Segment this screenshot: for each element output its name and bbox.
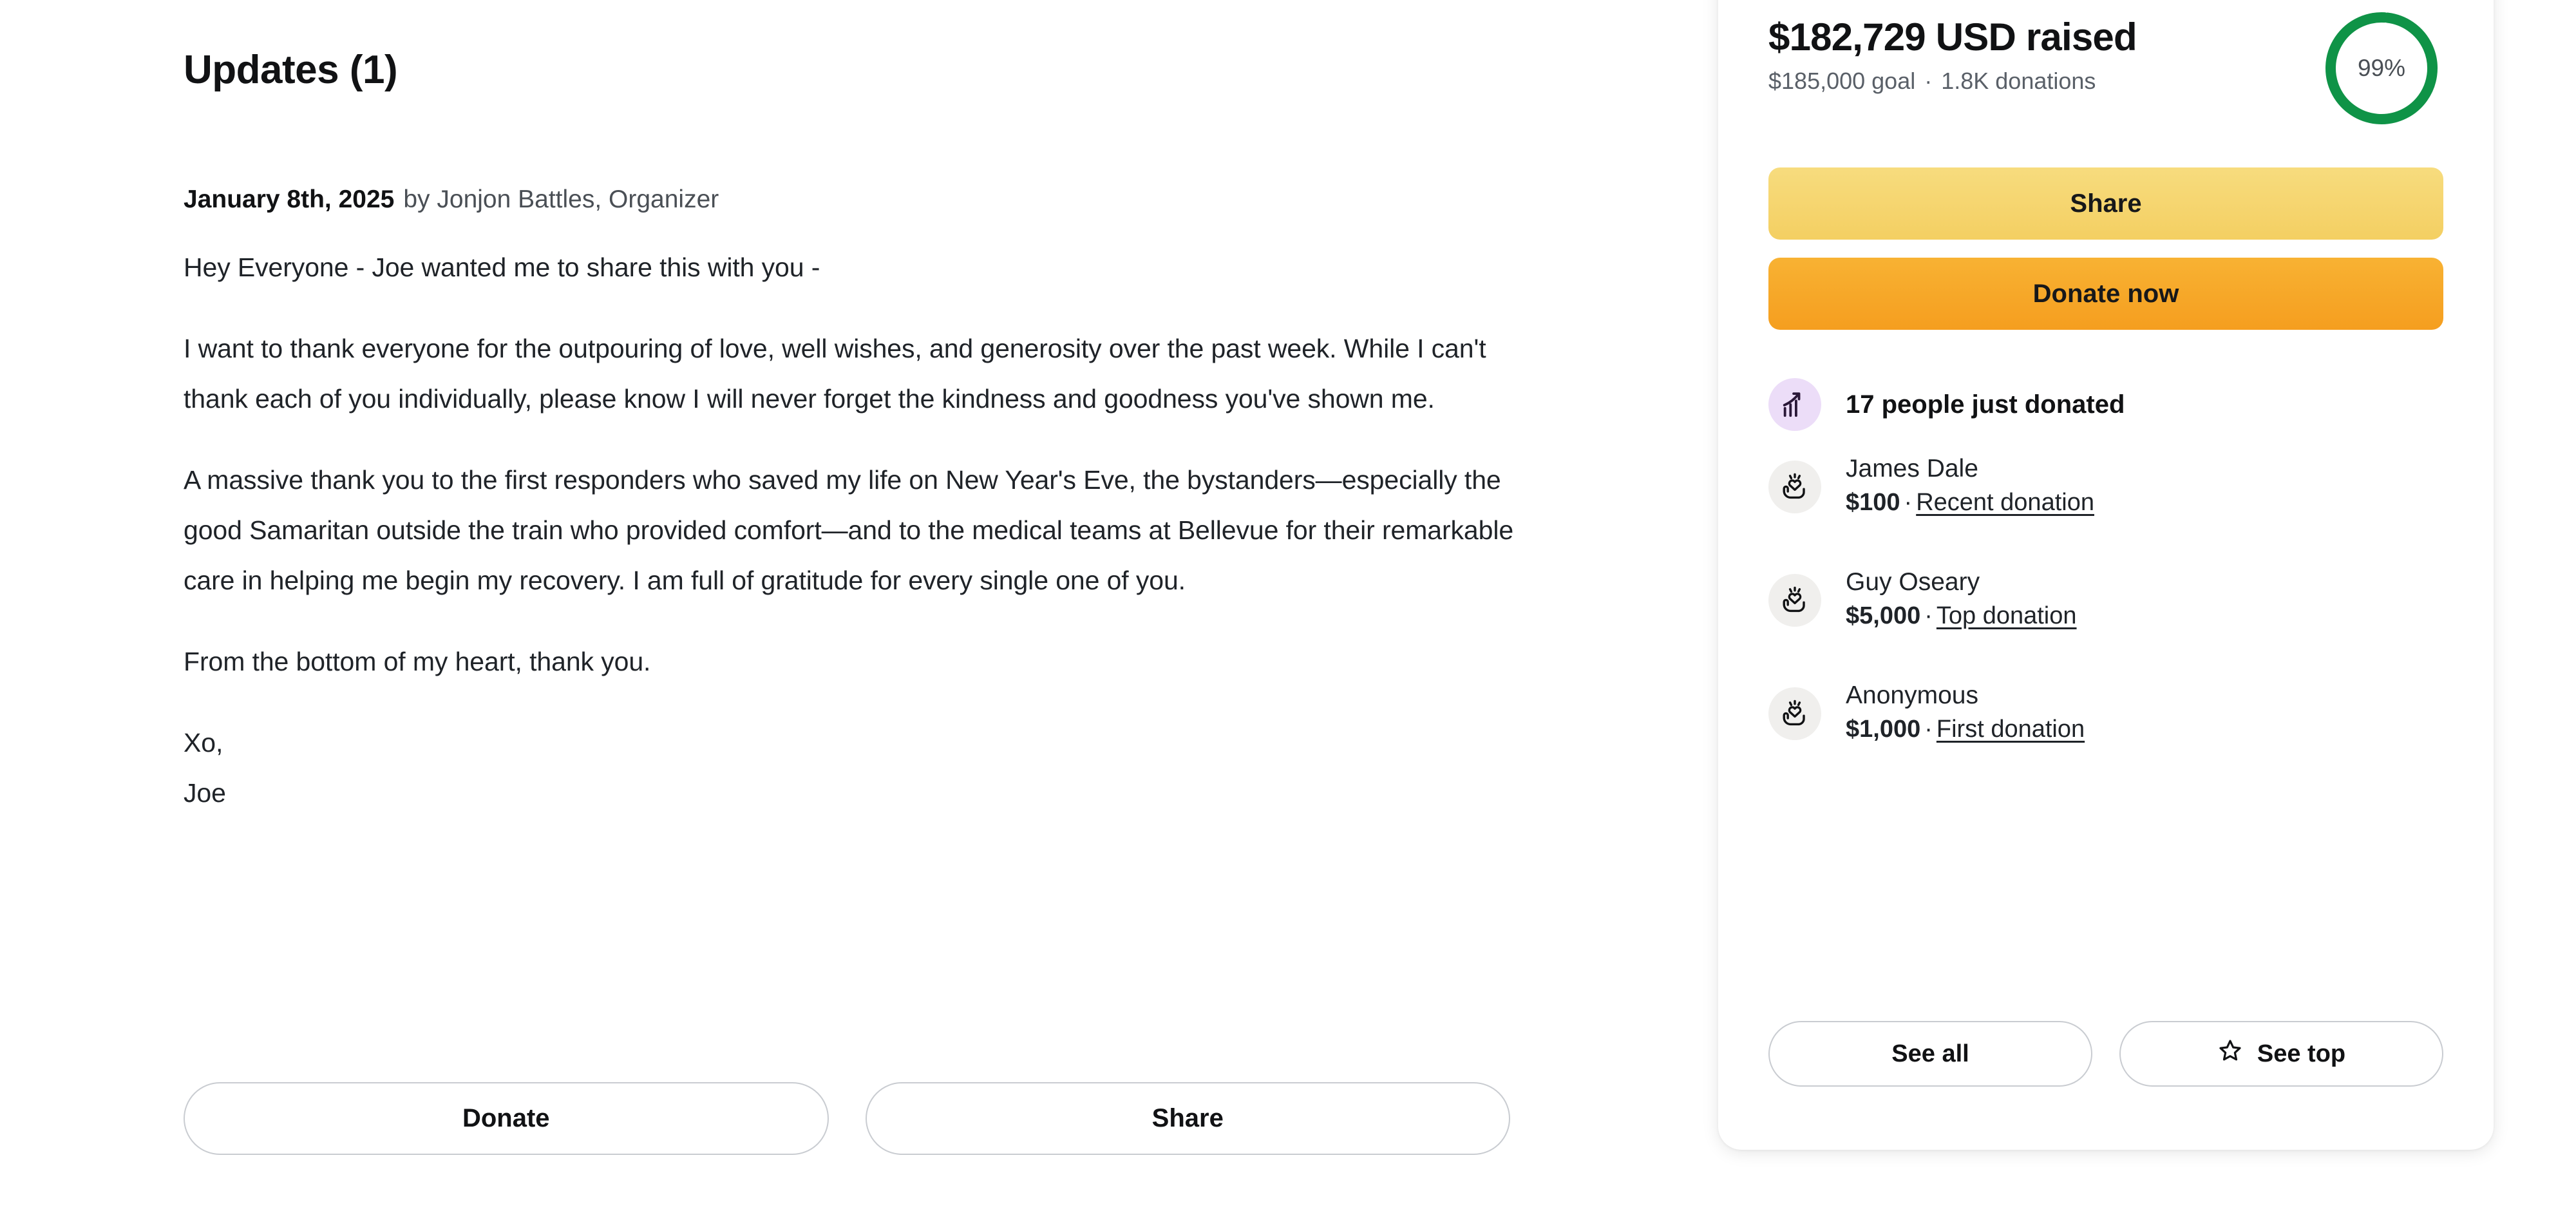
list-item[interactable]: Anonymous $1,000 · First donation (1768, 681, 2443, 743)
donations-count: 1.8K donations (1941, 68, 2096, 94)
update-date: January 8th, 2025 (184, 186, 395, 213)
progress-ring: 99% (2320, 6, 2443, 130)
donor-tag-link[interactable]: First donation (1937, 716, 2085, 743)
progress-percent-label: 99% (2357, 55, 2406, 81)
update-paragraph-closing: From the bottom of my heart, thank you. (184, 647, 651, 676)
donor-detail: $5,000 · Top donation (1846, 600, 2077, 633)
donor-amount: $1,000 (1846, 715, 1921, 743)
heart-hand-icon (1768, 461, 1821, 513)
update-meta: January 8th, 2025 by Jonjon Battles, Orga… (184, 187, 719, 212)
donate-now-cta-button[interactable]: Donate now (1768, 258, 2443, 330)
donor-tag-link[interactable]: Recent donation (1916, 489, 2094, 516)
see-top-button[interactable]: See top (2119, 1021, 2443, 1087)
donor-separator: · (1924, 602, 1933, 629)
recent-activity-row: 17 people just donated (1768, 375, 2443, 434)
donor-name: James Dale (1846, 454, 1978, 482)
update-actions: Donate Share (184, 1082, 1510, 1155)
donor-detail: $1,000 · First donation (1846, 713, 2085, 746)
donor-tag-link[interactable]: Top donation (1937, 602, 2077, 629)
donor-info: Anonymous $1,000 · First donation (1846, 681, 2085, 746)
donor-info: Guy Oseary $5,000 · Top donation (1846, 568, 2077, 633)
activity-text: 17 people just donated (1846, 390, 2125, 419)
donor-info: James Dale $100 · Recent donation (1846, 455, 2094, 519)
goal-text: $185,000 goal (1768, 68, 1916, 94)
meta-separator: · (1924, 68, 1933, 94)
donor-detail: $100 · Recent donation (1846, 486, 2094, 519)
trending-up-icon (1768, 378, 1821, 431)
heart-hand-icon (1768, 574, 1821, 627)
see-all-button[interactable]: See all (1768, 1021, 2092, 1087)
list-item[interactable]: Guy Oseary $5,000 · Top donation (1768, 568, 2443, 629)
donor-name: Anonymous (1846, 681, 1978, 709)
share-button[interactable]: Share (865, 1082, 1510, 1155)
see-top-label: See top (2257, 1040, 2346, 1067)
raised-amount: $182,729 USD raised (1768, 15, 2137, 59)
page-root: Updates (1) January 8th, 2025 by Jonjon B… (0, 0, 2576, 1229)
signature-line-2: Joe (184, 778, 226, 808)
star-icon (2217, 1038, 2243, 1070)
donor-amount: $5,000 (1846, 602, 1921, 629)
update-paragraph-greeting: Hey Everyone - Joe wanted me to share th… (184, 252, 820, 282)
see-all-label: See all (1891, 1040, 1969, 1067)
list-item[interactable]: James Dale $100 · Recent donation (1768, 455, 2443, 516)
page-title: Updates (1) (184, 48, 398, 92)
donor-list: James Dale $100 · Recent donation Guy Os… (1768, 455, 2443, 743)
raised-summary: $182,729 USD raised $185,000 goal · 1.8K d… (1768, 6, 2443, 124)
donor-list-actions: See all See top (1768, 1021, 2443, 1087)
donation-summary-card: $182,729 USD raised $185,000 goal · 1.8K d… (1718, 0, 2494, 1150)
updates-section: Updates (1) January 8th, 2025 by Jonjon B… (184, 0, 1555, 1229)
donate-button[interactable]: Donate (184, 1082, 829, 1155)
update-author: by Jonjon Battles, Organizer (403, 186, 719, 213)
update-body: Hey Everyone - Joe wanted me to share th… (184, 242, 1520, 818)
donor-amount: $100 (1846, 488, 1900, 516)
share-cta-button[interactable]: Share (1768, 167, 2443, 240)
update-paragraph-thanks: I want to thank everyone for the outpour… (184, 334, 1486, 414)
donor-separator: · (1924, 715, 1933, 743)
signature-line-1: Xo, (184, 728, 223, 757)
donor-name: Guy Oseary (1846, 567, 1980, 596)
heart-hand-icon (1768, 687, 1821, 740)
update-paragraph-responders: A massive thank you to the first respond… (184, 465, 1514, 595)
donor-separator: · (1904, 488, 1913, 516)
goal-and-donations: $185,000 goal · 1.8K donations (1768, 70, 2096, 93)
